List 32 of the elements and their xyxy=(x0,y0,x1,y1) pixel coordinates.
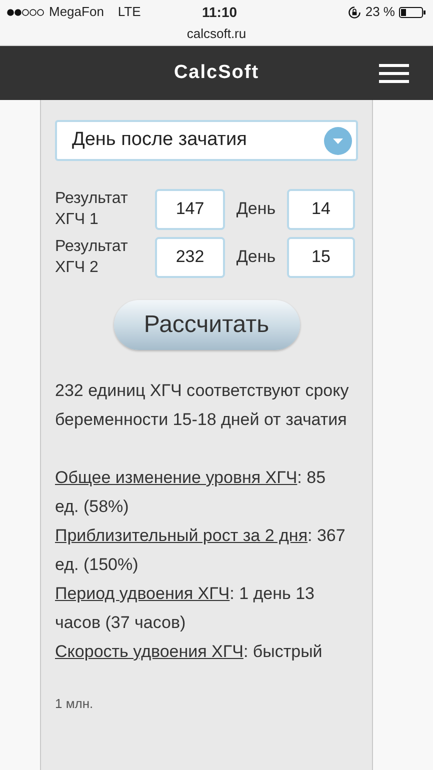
term-link[interactable]: Общее изменение уровня ХГЧ xyxy=(55,468,298,487)
result-text: 232 единиц ХГЧ соответствуют сроку xyxy=(55,380,350,402)
clock-time: 11:10 xyxy=(202,2,238,22)
axis-label: 1 млн. xyxy=(55,695,94,713)
hcg-input[interactable]: 232 xyxy=(155,236,225,278)
field-label: Результат ХГЧ 1 xyxy=(55,189,129,230)
field-label: Результат ХГЧ 2 xyxy=(55,237,129,278)
day-label: День xyxy=(235,246,277,268)
stat-line: Общее изменение уровня ХГЧ: 85 ед. (58%) xyxy=(55,467,327,518)
page-url[interactable]: calcsoft.ru xyxy=(186,24,246,44)
battery-percent: 23 % xyxy=(365,3,395,22)
term-link[interactable]: Период удвоения ХГЧ xyxy=(55,584,230,603)
term-link[interactable]: Приблизительный рост за 2 дня xyxy=(55,526,308,545)
stat-line: Скорость удвоения ХГЧ: быстрый xyxy=(55,641,324,663)
dropdown-icon xyxy=(324,126,352,154)
day-input[interactable]: 15 xyxy=(287,236,355,278)
term-link[interactable]: Скорость удвоения ХГЧ xyxy=(55,642,244,661)
calculate-button[interactable]: Рассчитать xyxy=(114,300,300,350)
day-input[interactable]: 14 xyxy=(287,188,355,230)
day-label: День xyxy=(235,198,277,220)
result-text: беременности 15-18 дней от зачатия xyxy=(55,409,348,431)
mode-select[interactable]: День после зачатия xyxy=(55,120,358,161)
hcg-input[interactable]: 147 xyxy=(155,188,225,230)
stat-line: Период удвоения ХГЧ: 1 день 13 часов (37 часов) xyxy=(55,583,316,634)
battery-icon xyxy=(399,6,426,18)
menu-icon[interactable] xyxy=(379,64,409,83)
rotation-lock-icon xyxy=(348,6,362,18)
carrier-name: MegaFon xyxy=(49,3,104,22)
network-type: LTE xyxy=(118,3,141,22)
signal-icon xyxy=(7,8,45,16)
site-logo[interactable]: CalcSoft xyxy=(174,58,260,88)
stat-line: Приблизительный рост за 2 дня: 367 ед. (150%) xyxy=(55,525,346,576)
